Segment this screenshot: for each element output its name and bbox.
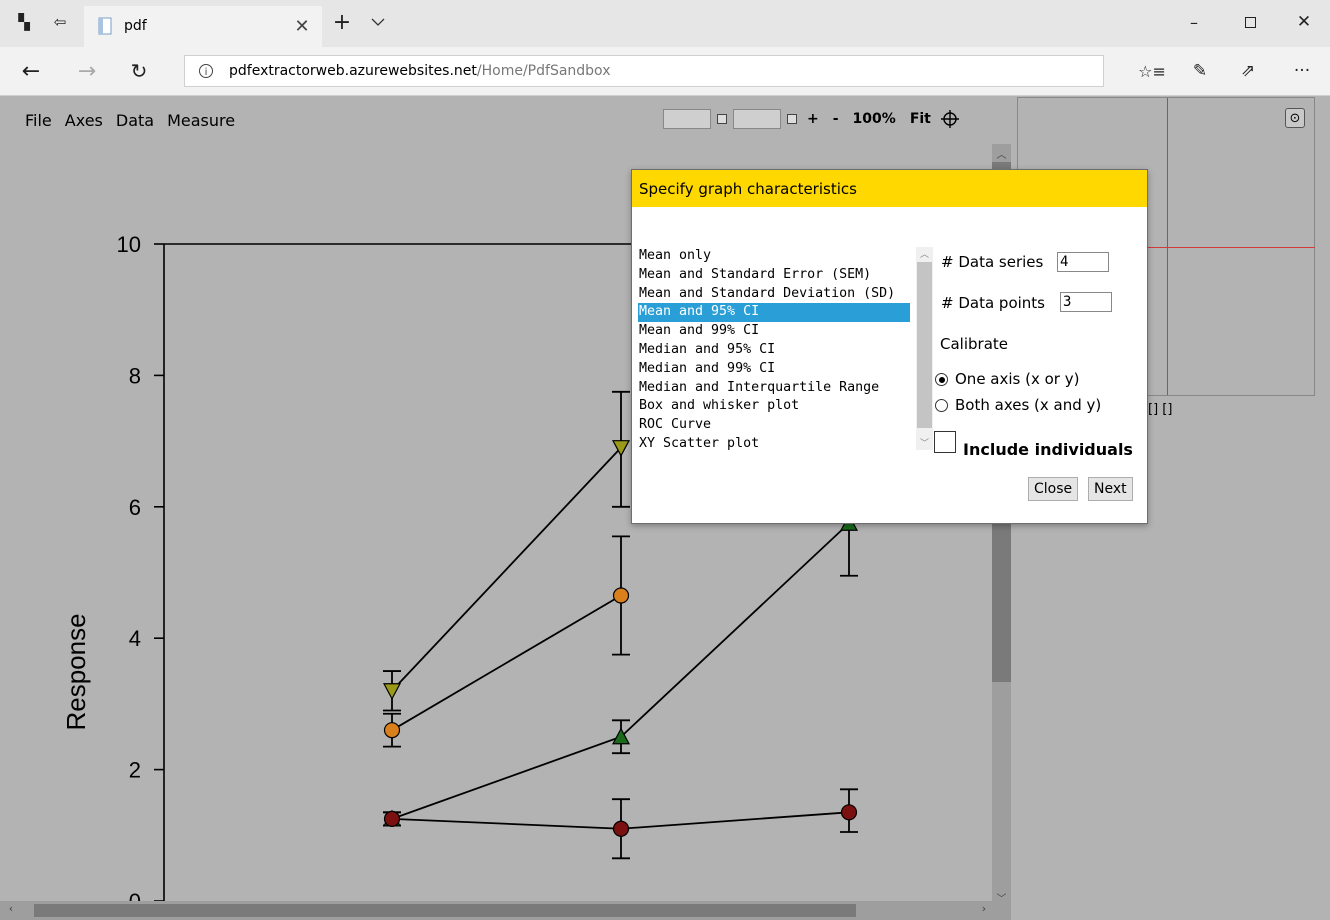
- graph-type-option[interactable]: Median and 99% CI: [638, 360, 910, 379]
- url-text: pdfextractorweb.azurewebsites.net/Home/P…: [229, 63, 610, 79]
- data-points-label: # Data points: [941, 294, 1045, 312]
- next-button[interactable]: Next: [1088, 477, 1133, 501]
- data-points-input[interactable]: [1060, 292, 1112, 312]
- y-tick-label: 10: [117, 232, 141, 257]
- data-point: [383, 722, 401, 739]
- svg-text:i: i: [205, 67, 208, 78]
- data-series-input[interactable]: [1057, 252, 1109, 272]
- tab-actions-icon[interactable]: ▚: [14, 12, 34, 32]
- data-point: [383, 810, 401, 827]
- data-point: [612, 820, 630, 837]
- list-scrollbar[interactable]: ︿ ﹀: [916, 247, 933, 450]
- zoom-out-button[interactable]: -: [829, 111, 843, 127]
- forward-icon[interactable]: →: [74, 59, 100, 84]
- one-axis-radio[interactable]: [935, 373, 948, 386]
- data-point: [383, 683, 401, 701]
- more-icon[interactable]: ···: [1290, 59, 1314, 83]
- both-axes-label[interactable]: Both axes (x and y): [955, 396, 1101, 414]
- browser-tab[interactable]: pdf ✕: [84, 6, 322, 47]
- scroll-up-icon[interactable]: ︿: [992, 146, 1011, 162]
- graph-type-option[interactable]: Mean and Standard Error (SEM): [638, 266, 910, 285]
- series-line: [391, 594, 622, 731]
- url-path: /Home/PdfSandbox: [476, 63, 611, 79]
- graph-characteristics-dialog: Specify graph characteristics Mean only M…: [631, 169, 1148, 524]
- x-coordinate-field[interactable]: [663, 109, 711, 129]
- y-tick-label: 0: [129, 889, 141, 901]
- graph-type-option[interactable]: Mean and 99% CI: [638, 322, 910, 341]
- horizontal-scrollbar[interactable]: ‹ ›: [0, 901, 1011, 920]
- y-tick-label: 2: [129, 758, 141, 783]
- calibrate-label: Calibrate: [940, 335, 1008, 353]
- share-icon[interactable]: ⇗: [1236, 59, 1260, 83]
- close-tab-icon[interactable]: ✕: [290, 14, 314, 38]
- graph-type-option[interactable]: Mean and 95% CI: [638, 303, 910, 323]
- graph-type-list[interactable]: Mean only Mean and Standard Error (SEM) Me…: [638, 247, 933, 451]
- maximize-icon[interactable]: [1240, 12, 1260, 32]
- graph-type-option[interactable]: XY Scatter plot: [638, 435, 910, 454]
- one-axis-label[interactable]: One axis (x or y): [955, 370, 1079, 388]
- minimize-icon[interactable]: –: [1184, 12, 1204, 32]
- new-tab-icon[interactable]: +: [330, 10, 354, 35]
- y-tick-label: 8: [129, 363, 141, 388]
- menu-file[interactable]: File: [25, 111, 52, 130]
- cursor-coordinates: [] []: [1148, 402, 1173, 417]
- graph-type-option[interactable]: Mean only: [638, 247, 910, 266]
- close-button[interactable]: Close: [1028, 477, 1079, 501]
- menu-axes[interactable]: Axes: [65, 111, 103, 130]
- scroll-right-icon[interactable]: ›: [976, 902, 992, 918]
- menu-measure[interactable]: Measure: [167, 111, 235, 130]
- magnifier-settings-icon[interactable]: ⊙: [1285, 108, 1305, 128]
- zoom-level[interactable]: 100%: [849, 111, 900, 127]
- dialog-title: Specify graph characteristics: [632, 170, 1147, 207]
- close-window-icon[interactable]: ✕: [1294, 12, 1314, 32]
- y-lock-checkbox[interactable]: [787, 114, 797, 124]
- graph-type-option[interactable]: Box and whisker plot: [638, 397, 910, 416]
- y-axis-label: Response: [61, 613, 91, 730]
- app-menu-bar: File Axes Data Measure: [25, 111, 235, 130]
- graph-type-option[interactable]: ROC Curve: [638, 416, 910, 435]
- site-info-icon[interactable]: i: [197, 62, 215, 80]
- y-coordinate-field[interactable]: [733, 109, 781, 129]
- include-individuals-label[interactable]: Include individuals: [963, 440, 1133, 459]
- both-axes-radio[interactable]: [935, 399, 948, 412]
- page-icon: [96, 16, 114, 36]
- zoom-in-button[interactable]: +: [803, 111, 823, 127]
- list-scroll-down-icon[interactable]: ﹀: [916, 436, 933, 450]
- favorites-hub-icon[interactable]: ☆≡: [1138, 59, 1166, 83]
- x-lock-checkbox[interactable]: [717, 114, 727, 124]
- scroll-left-icon[interactable]: ‹: [3, 902, 19, 918]
- horizontal-scroll-thumb[interactable]: [34, 904, 856, 917]
- tab-preview-chevron-icon[interactable]: [368, 12, 388, 32]
- tab-title: pdf: [124, 18, 147, 34]
- graph-type-option[interactable]: Mean and Standard Deviation (SD): [638, 285, 910, 304]
- data-point: [840, 804, 858, 821]
- set-aside-tabs-icon[interactable]: ⇦: [50, 12, 70, 32]
- graph-type-option[interactable]: Median and 95% CI: [638, 341, 910, 360]
- tab-bar: ▚ ⇦ pdf ✕ + – ✕: [0, 0, 1330, 47]
- refresh-icon[interactable]: ↻: [126, 59, 152, 83]
- graph-type-option[interactable]: Median and Interquartile Range: [638, 379, 910, 398]
- crosshair-vertical: [1167, 98, 1168, 395]
- url-field[interactable]: i pdfextractorweb.azurewebsites.net/Home…: [184, 55, 1104, 87]
- menu-data[interactable]: Data: [116, 111, 154, 130]
- list-scroll-up-icon[interactable]: ︿: [916, 247, 933, 261]
- include-individuals-checkbox[interactable]: [934, 431, 956, 453]
- series-line: [391, 447, 622, 692]
- web-note-icon[interactable]: ✎: [1188, 59, 1212, 83]
- sandbox-page: Response 1086420 File Axes Data Measure …: [0, 97, 1330, 920]
- data-point: [612, 587, 630, 604]
- back-icon[interactable]: ←: [18, 59, 44, 84]
- crosshair-icon[interactable]: [940, 110, 959, 128]
- zoom-toolbar: + - 100% Fit: [663, 107, 959, 131]
- fit-button[interactable]: Fit: [906, 111, 935, 127]
- url-host: pdfextractorweb.azurewebsites.net: [229, 63, 477, 79]
- data-series-label: # Data series: [941, 253, 1044, 271]
- y-tick-label: 6: [129, 495, 141, 520]
- y-tick-label: 4: [129, 626, 141, 651]
- list-scroll-thumb[interactable]: [917, 262, 932, 428]
